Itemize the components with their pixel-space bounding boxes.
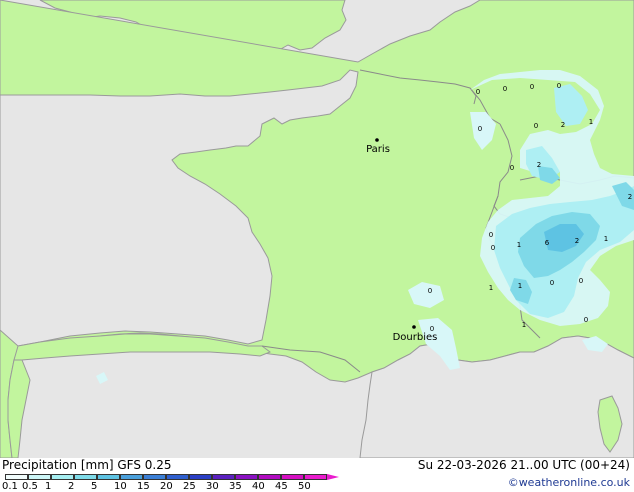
precip-label: 1 bbox=[517, 241, 521, 249]
scale-label: 5 bbox=[91, 481, 98, 492]
precip-label: 0 bbox=[503, 85, 507, 93]
precip-label: 1 bbox=[518, 282, 522, 290]
scale-cell bbox=[189, 474, 212, 480]
city-label: Paris bbox=[366, 144, 390, 155]
scale-label: 0.5 bbox=[22, 481, 38, 492]
scale-cell bbox=[74, 474, 97, 480]
scale-cell bbox=[28, 474, 51, 480]
scale-cell bbox=[166, 474, 189, 480]
scale-label: 1 bbox=[45, 481, 52, 492]
city-marker bbox=[412, 325, 416, 329]
scale-cell bbox=[5, 474, 28, 480]
precip-label: 2 bbox=[561, 121, 565, 129]
precip-label: 6 bbox=[545, 239, 550, 247]
scale-label: 10 bbox=[114, 481, 127, 492]
precip-label: 0 bbox=[476, 88, 480, 96]
precip-label: 0 bbox=[530, 83, 534, 91]
scale-cell bbox=[143, 474, 166, 480]
precipitation-map: 0 0 0 0 0 0 2 1 0 2 2 0 0 1 6 2 1 1 0 1 … bbox=[0, 0, 634, 458]
precip-label: 0 bbox=[491, 244, 495, 252]
scale-label: 45 bbox=[275, 481, 288, 492]
precip-label: 0 bbox=[428, 287, 432, 295]
scale-label: 40 bbox=[252, 481, 265, 492]
scale-cell bbox=[304, 474, 327, 480]
forecast-datetime: Su 22-03-2026 21..00 UTC (00+24) bbox=[417, 458, 630, 472]
precip-label: 0 bbox=[489, 231, 493, 239]
scale-label: 0.1 bbox=[2, 481, 18, 492]
scale-cell bbox=[120, 474, 143, 480]
map-title: Precipitation [mm] GFS 0.25 bbox=[2, 458, 172, 472]
precip-label: 0 bbox=[579, 277, 583, 285]
precip-label: 2 bbox=[575, 237, 579, 245]
scale-label: 30 bbox=[206, 481, 219, 492]
city-marker bbox=[375, 138, 379, 142]
scale-label: 50 bbox=[298, 481, 311, 492]
scale-cell bbox=[281, 474, 304, 480]
scale-label: 35 bbox=[229, 481, 242, 492]
scale-label: 25 bbox=[183, 481, 196, 492]
precip-label: 1 bbox=[489, 284, 493, 292]
city-label: Dourbies bbox=[393, 332, 438, 343]
precip-label: 0 bbox=[510, 164, 514, 172]
precip-label: 2 bbox=[537, 161, 541, 169]
precip-label: 1 bbox=[522, 321, 526, 329]
precip-label: 0 bbox=[478, 125, 482, 133]
scale-arrow bbox=[327, 474, 339, 480]
scale-cell bbox=[258, 474, 281, 480]
scale-label: 2 bbox=[68, 481, 75, 492]
scale-cell bbox=[235, 474, 258, 480]
precip-label: 0 bbox=[557, 82, 561, 90]
scale-cell bbox=[97, 474, 120, 480]
precip-label: 1 bbox=[604, 235, 608, 243]
precip-label: 0 bbox=[534, 122, 538, 130]
scale-cell bbox=[212, 474, 235, 480]
credit-text[interactable]: ©weatheronline.co.uk bbox=[508, 476, 630, 489]
precip-label: 1 bbox=[589, 118, 593, 126]
scale-label: 20 bbox=[160, 481, 173, 492]
scale-cell bbox=[51, 474, 74, 480]
precip-label: 0 bbox=[584, 316, 588, 324]
precip-label: 2 bbox=[628, 193, 632, 201]
legend-footer: Precipitation [mm] GFS 0.25 Su 22-03-202… bbox=[0, 458, 634, 492]
scale-label: 15 bbox=[137, 481, 150, 492]
precip-label: 0 bbox=[550, 279, 554, 287]
